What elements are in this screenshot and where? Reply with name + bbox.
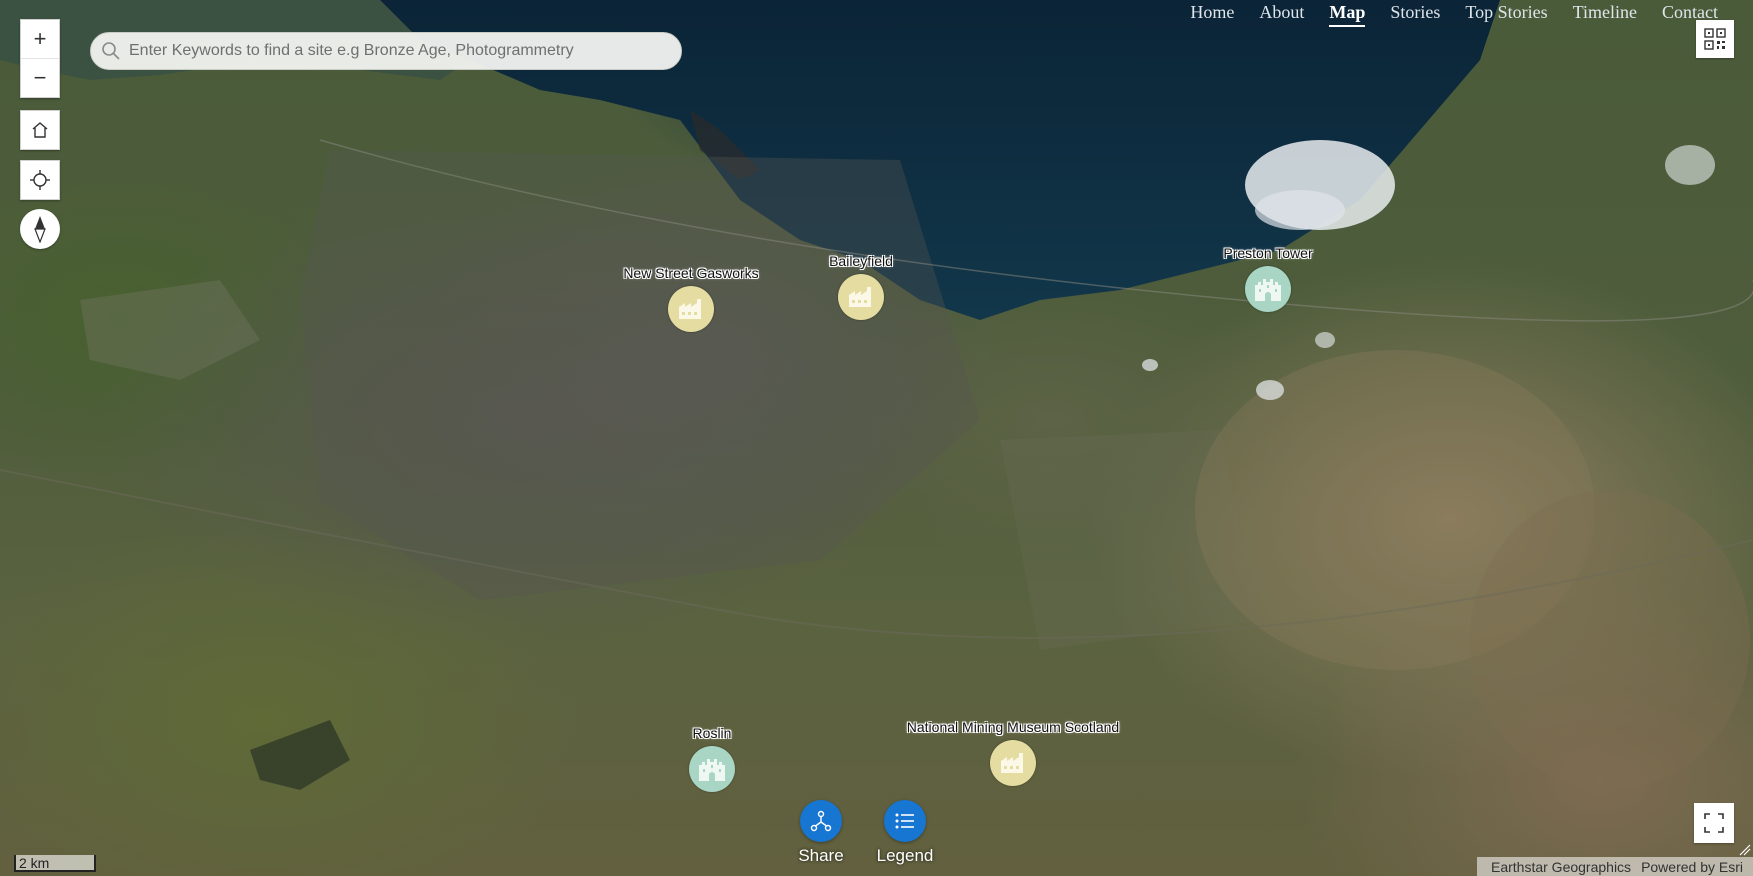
nav-map[interactable]: Map [1329,0,1366,27]
marker-label: National Mining Museum Scotland [906,719,1120,735]
factory-icon [1001,753,1023,773]
share-action[interactable]: Share [781,800,861,866]
share-icon [810,810,832,832]
marker-label: Preston Tower [1223,245,1313,261]
attribution-source[interactable]: Earthstar Geographics [1491,859,1631,875]
factory-icon [849,287,871,307]
nav-top-stories[interactable]: Top Stories [1465,0,1547,23]
home-button[interactable] [21,111,59,149]
map-terrain-overlay [0,139,1753,790]
castle-icon [699,759,725,781]
search-bar [90,32,682,70]
locate-button[interactable] [21,161,59,199]
marker-label: Baileyfield [829,253,893,269]
castle-icon [1255,279,1281,301]
top-navigation: Home About Map Stories Top Stories Timel… [1190,0,1718,27]
zoom-controls: + − [20,19,60,98]
home-icon [32,122,48,138]
qr-code-button[interactable] [1696,20,1734,58]
nav-about[interactable]: About [1259,0,1304,23]
marker-pin[interactable] [668,286,714,332]
scale-bar: 2 km [14,855,96,872]
nav-home[interactable]: Home [1190,0,1234,23]
search-icon [102,42,120,60]
qr-code-icon [1704,28,1726,50]
legend-label: Legend [876,846,934,865]
zoom-out-button[interactable]: − [21,58,59,97]
share-button[interactable] [800,800,842,842]
attribution-powered[interactable]: Powered by Esri [1641,859,1743,875]
marker-pin[interactable] [689,746,735,792]
marker-label: Roslin [692,725,732,741]
map-attribution: Earthstar Geographics Powered by Esri [1476,857,1753,876]
home-control [20,110,60,150]
fullscreen-icon [1704,813,1724,833]
marker-pin[interactable] [1245,266,1291,312]
marker-pin[interactable] [990,740,1036,786]
legend-list-icon [895,813,914,829]
share-label: Share [798,846,844,865]
locate-control [20,160,60,200]
resize-icon [1739,844,1751,856]
legend-button[interactable] [884,800,926,842]
compass-icon [34,216,46,243]
satellite-map[interactable] [0,0,1753,876]
compass-button[interactable] [20,209,60,249]
marker-label: New Street Gasworks [623,265,759,281]
nav-stories[interactable]: Stories [1390,0,1440,23]
zoom-in-button[interactable]: + [21,20,59,58]
locate-icon [30,170,50,190]
factory-icon [679,299,701,319]
search-input[interactable] [127,35,651,67]
nav-timeline[interactable]: Timeline [1573,0,1637,23]
marker-pin[interactable] [838,274,884,320]
legend-action[interactable]: Legend [865,800,945,866]
fullscreen-button[interactable] [1694,803,1734,843]
